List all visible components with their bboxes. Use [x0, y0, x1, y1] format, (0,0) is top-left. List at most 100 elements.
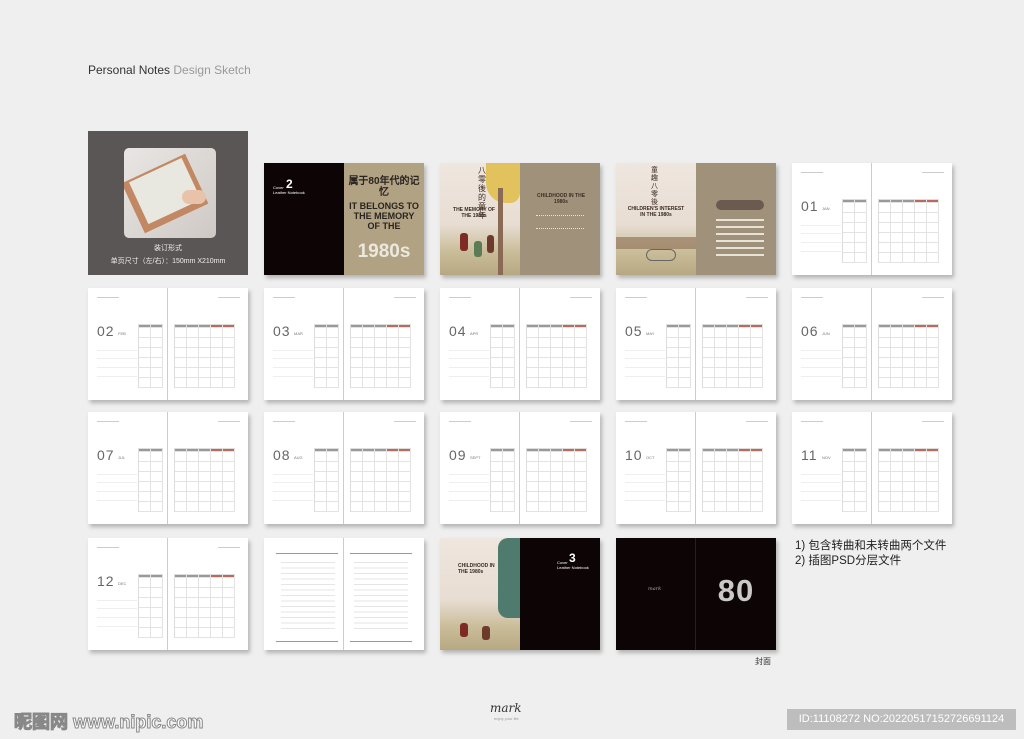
month-number: 09	[449, 447, 467, 463]
cover1-back: CHILDHOOD IN THE 1980s	[520, 163, 600, 275]
calendar-grid	[350, 448, 411, 512]
page-title: Personal Notes Design Sketch	[88, 63, 251, 77]
month-left-page: 12 DEC	[88, 538, 168, 650]
image-id: ID:11108272 NO:20220517152726691124	[787, 709, 1016, 730]
cover1-front: 八零後的童年 THE MEMORY OF THE 1980s	[440, 163, 520, 275]
cover1-spread: 八零後的童年 THE MEMORY OF THE 1980s CHILDHOOD…	[440, 163, 600, 275]
month-left-page: 10 OCT	[616, 412, 696, 524]
month-left-page: 05 MAY	[616, 288, 696, 400]
calendar-grid	[702, 324, 763, 388]
binding-label: 装订形式	[154, 245, 182, 252]
footer-logo: mark	[490, 701, 522, 715]
cover4-back	[696, 163, 776, 275]
cover-en-title: CHILDREN'S INTEREST IN THE 1980s	[627, 206, 685, 218]
title-light: Design Sketch	[173, 63, 251, 77]
month-spread-jul: 07 JUL	[88, 412, 248, 524]
month-right-page	[872, 288, 952, 400]
calendar-grid	[842, 324, 867, 388]
month-left-page: 04 APR	[440, 288, 520, 400]
cover3-spread: CHILDHOOD IN THE 1980s Cover 3 Leather N…	[440, 538, 600, 650]
calendar-grid	[526, 324, 587, 388]
month-number: 03	[273, 323, 291, 339]
cover-en-title: THE MEMORY OF THE 1980s	[453, 207, 495, 219]
calendar-grid	[174, 574, 235, 638]
cover-cn-title: 属于80年代的记忆	[348, 176, 420, 198]
calendar-grid	[490, 448, 515, 512]
calendar-grid	[842, 199, 867, 263]
month-name: NOV	[822, 455, 831, 460]
cover-en-title: IT BELONGS TO THE MEMORY OF THE	[349, 201, 419, 231]
month-left-page: 09 SEPT	[440, 412, 520, 524]
notes-spread	[264, 538, 424, 650]
month-spread-oct: 10 OCT	[616, 412, 776, 524]
calendar-grid	[702, 448, 763, 512]
cover3-front: CHILDHOOD IN THE 1980s	[440, 538, 520, 650]
month-right-page	[168, 288, 248, 400]
month-right-page	[872, 163, 952, 275]
calendar-grid	[878, 448, 939, 512]
cover4-spread: 童趣八零後 CHILDREN'S INTEREST IN THE 1980s	[616, 163, 776, 275]
cover-sub: Leather Notebook	[557, 565, 589, 570]
month-spread-jan: 01 JAN	[792, 163, 952, 275]
note-1: 1) 包含转曲和未转曲两个文件	[795, 540, 947, 552]
month-spread-nov: 11 NOV	[792, 412, 952, 524]
month-spread-jun: 06 JUN	[792, 288, 952, 400]
month-spread-mar: 03 MAR	[264, 288, 424, 400]
month-name: DEC	[118, 581, 127, 586]
cover-caption: 封面	[755, 657, 771, 666]
logo-mark: mark	[648, 586, 662, 592]
month-number: 08	[273, 447, 291, 463]
notes-right-page	[344, 538, 424, 650]
month-left-page: 02 FEB	[88, 288, 168, 400]
title-bold: Personal Notes	[88, 63, 171, 77]
month-right-page	[168, 412, 248, 524]
cover2-spread: Cover 2 Leather Notebook 属于80年代的记忆 IT BE…	[264, 163, 424, 275]
notes-list: 1) 包含转曲和未转曲两个文件 2) 插图PSD分层文件	[795, 539, 946, 569]
cover4-front: 童趣八零後 CHILDREN'S INTEREST IN THE 1980s	[616, 163, 696, 275]
calendar-grid	[490, 324, 515, 388]
cover-cn-title: 童趣八零後	[651, 167, 658, 206]
month-number: 10	[625, 447, 643, 463]
cover2-front: Cover 2 Leather Notebook	[264, 163, 344, 275]
month-name: JUN	[822, 331, 830, 336]
month-number: 02	[97, 323, 115, 339]
month-spread-may: 05 MAY	[616, 288, 776, 400]
month-right-page	[168, 538, 248, 650]
month-number: 12	[97, 573, 115, 589]
month-name: MAY	[646, 331, 655, 336]
notes-left-page	[264, 538, 344, 650]
calendar-grid	[666, 448, 691, 512]
month-name: AUG	[294, 455, 303, 460]
calendar-grid	[526, 448, 587, 512]
cover-sub: Leather Notebook	[273, 190, 305, 195]
month-left-page: 11 NOV	[792, 412, 872, 524]
month-spread-apr: 04 APR	[440, 288, 600, 400]
calendar-grid	[138, 574, 163, 638]
month-name: JAN	[822, 206, 830, 211]
month-number: 05	[625, 323, 643, 339]
cover2-back: 属于80年代的记忆 IT BELONGS TO THE MEMORY OF TH…	[344, 163, 424, 275]
month-number: 04	[449, 323, 467, 339]
month-spread-sept: 09 SEPT	[440, 412, 600, 524]
month-right-page	[696, 412, 776, 524]
note-2: 2) 插图PSD分层文件	[795, 555, 902, 567]
month-number: 06	[801, 323, 819, 339]
calendar-grid	[842, 448, 867, 512]
month-right-page	[520, 288, 600, 400]
watermark: 昵图网 www.nipic.com	[13, 712, 204, 733]
month-right-page	[872, 412, 952, 524]
cover-number: 3	[569, 551, 576, 565]
calendar-grid	[350, 324, 411, 388]
binding-info-panel: 装订形式 单页尺寸（左/右）：150mm X210mm	[88, 131, 248, 275]
month-name: JUL	[118, 455, 126, 460]
month-right-page	[696, 288, 776, 400]
month-spread-aug: 08 AUG	[264, 412, 424, 524]
month-left-page: 08 AUG	[264, 412, 344, 524]
calendar-grid	[314, 448, 339, 512]
month-spread-feb: 02 FEB	[88, 288, 248, 400]
calendar-grid	[666, 324, 691, 388]
month-spread-dec: 12 DEC	[88, 538, 248, 650]
month-left-page: 03 MAR	[264, 288, 344, 400]
month-right-page	[520, 412, 600, 524]
month-number: 01	[801, 198, 819, 214]
